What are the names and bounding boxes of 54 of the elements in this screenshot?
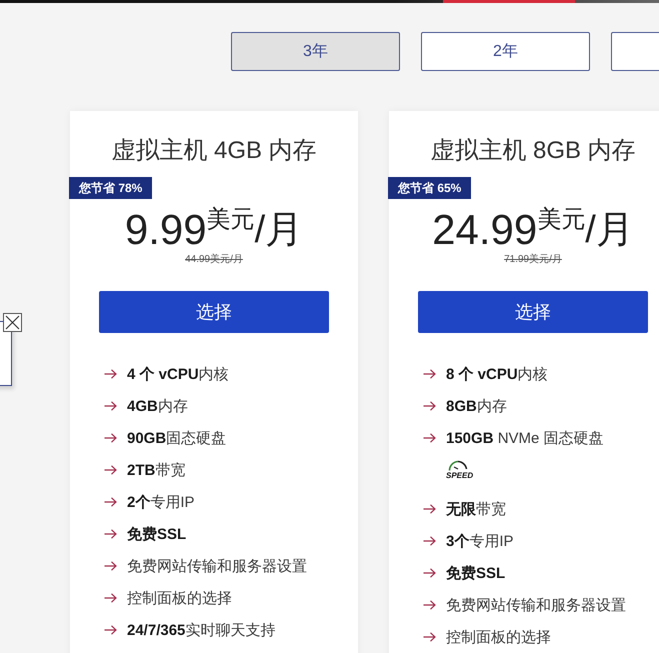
- old-price: 44.99美元/月: [185, 254, 243, 265]
- arrow-icon: [104, 561, 117, 571]
- arrow-icon: [423, 632, 436, 642]
- feature-text: 2TB带宽: [127, 460, 186, 480]
- feature-text: 3个专用IP: [446, 532, 514, 550]
- term-tab[interactable]: 2年: [421, 32, 590, 71]
- close-button[interactable]: [3, 313, 22, 332]
- arrow-icon: [423, 600, 436, 610]
- feature-text: 150GB NVMe 固态硬盘: [446, 428, 604, 448]
- arrow-icon: [104, 369, 117, 379]
- savings-badge: 您节省 65%: [388, 177, 472, 199]
- plan-title: 虚拟主机 8GB 内存: [429, 136, 637, 166]
- feature-text: 无限带宽: [446, 500, 506, 518]
- price-currency: 美元: [537, 206, 586, 233]
- price-period: /月: [585, 208, 634, 253]
- speed-label: SPEED: [446, 470, 474, 480]
- price-period: /月: [254, 208, 304, 253]
- gauge-icon: [448, 458, 468, 470]
- price-amount: 9.99: [124, 206, 207, 254]
- select-button[interactable]: 选择: [99, 291, 329, 333]
- feature-text: 90GB固态硬盘: [127, 428, 226, 448]
- arrow-icon: [423, 568, 436, 578]
- arrow-icon: [104, 529, 117, 539]
- arrow-icon: [423, 504, 436, 514]
- savings-badge: 您节省 78%: [69, 177, 152, 199]
- feature-text: 控制面板的选择: [446, 628, 551, 646]
- feature-text: 免费网站传输和服务器设置: [446, 596, 626, 614]
- feature-text: 8 个 vCPU内核: [446, 364, 548, 384]
- plan-title: 虚拟主机 4GB 内存: [110, 136, 318, 166]
- feature-text: 免费SSL: [446, 564, 506, 582]
- feature-text: 4 个 vCPU内核: [127, 364, 229, 384]
- arrow-icon: [104, 593, 117, 603]
- arrow-icon: [104, 625, 117, 635]
- price-amount: 24.99: [432, 206, 538, 254]
- price-currency: 美元: [206, 206, 255, 233]
- feature-text: 免费SSL: [127, 524, 186, 544]
- feature-text: 8GB内存: [446, 396, 507, 416]
- arrow-icon: [104, 497, 117, 507]
- close-icon: [5, 315, 20, 330]
- arrow-icon: [423, 401, 436, 411]
- select-button[interactable]: 选择: [418, 291, 648, 333]
- feature-text: 4GB内存: [127, 396, 188, 416]
- arrow-icon: [423, 536, 436, 546]
- arrow-icon: [423, 369, 436, 379]
- feature-text: 免费网站传输和服务器设置: [127, 556, 307, 576]
- arrow-icon: [104, 465, 117, 475]
- arrow-icon: [104, 401, 117, 411]
- feature-text: 2个专用IP: [127, 492, 195, 512]
- old-price: 71.99美元/月: [504, 254, 562, 265]
- arrow-icon: [104, 433, 117, 443]
- feature-text: 控制面板的选择: [127, 588, 232, 608]
- arrow-icon: [423, 433, 436, 443]
- feature-text: 24/7/365实时聊天支持: [127, 620, 276, 640]
- term-tab[interactable]: 3年: [231, 32, 400, 71]
